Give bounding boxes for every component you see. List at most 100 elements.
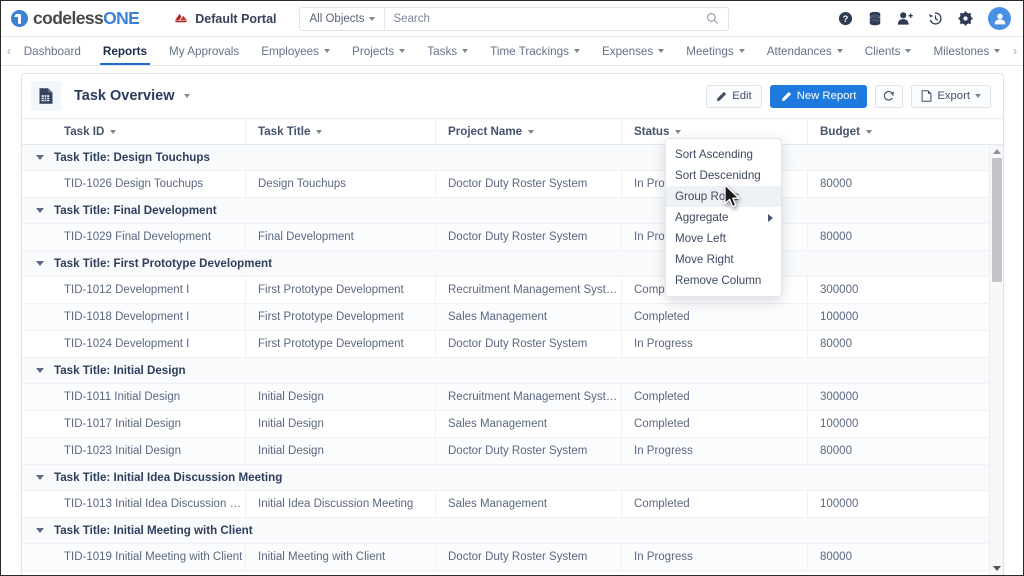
nav-scroll-right-icon[interactable]: › — [1011, 37, 1019, 65]
group-collapse-icon[interactable] — [36, 208, 44, 213]
cell-status: Completed — [622, 491, 808, 517]
column-context-menu[interactable]: Sort Ascending Sort Descenidng Group Rows A… — [665, 138, 782, 297]
nav-item-meetings[interactable]: Meetings — [675, 37, 755, 65]
group-collapse-icon[interactable] — [36, 475, 44, 480]
table-row[interactable]: TID-1013 Initial Idea Discussion Me... In… — [22, 491, 989, 518]
object-type-select[interactable]: All Objects — [300, 7, 386, 30]
table-row[interactable]: TID-1018 Development I First Prototype De… — [22, 304, 989, 331]
export-label: Export — [937, 90, 970, 102]
menu-item-sort-descenidng[interactable]: Sort Descenidng — [666, 165, 781, 186]
nav-item-tasks[interactable]: Tasks — [416, 37, 479, 65]
chevron-down-icon[interactable] — [528, 129, 535, 134]
row-indent — [22, 544, 52, 570]
menu-item-remove-column[interactable]: Remove Column — [666, 270, 781, 291]
chevron-down-icon[interactable] — [110, 129, 117, 134]
global-search[interactable]: All Objects — [298, 6, 729, 31]
chevron-down-icon — [975, 94, 981, 98]
table-row[interactable]: TID-1029 Final Development Final Developm… — [22, 224, 989, 251]
table-row[interactable]: TID-1011 Initial Design Initial Design Rec… — [22, 384, 989, 411]
group-header-row[interactable]: Task Title: Initial Idea Discussion Meet… — [22, 465, 989, 491]
group-collapse-icon[interactable] — [36, 368, 44, 373]
cell-budget: 80000 — [820, 338, 852, 350]
column-header-project-name[interactable]: Project Name — [436, 119, 622, 144]
cell-task-id: TID-1011 Initial Design — [52, 384, 246, 410]
column-header-budget[interactable]: Budget — [808, 119, 1003, 144]
new-report-button[interactable]: New Report — [769, 84, 868, 108]
table-row[interactable]: TID-1017 Initial Design Initial Design Sal… — [22, 411, 989, 438]
menu-item-move-left[interactable]: Move Left — [666, 228, 781, 249]
nav-item-my-approvals[interactable]: My Approvals — [158, 37, 250, 65]
scroll-down-icon[interactable] — [990, 562, 1003, 575]
table-row[interactable]: TID-1019 Initial Meeting with Client Init… — [22, 544, 989, 571]
nav-item-clients[interactable]: Clients — [854, 37, 923, 65]
group-header-row[interactable]: Task Title: Final Development — [22, 198, 989, 224]
group-collapse-icon[interactable] — [36, 261, 44, 266]
report-header: Task Overview Edit New Report Export — [22, 74, 1003, 119]
row-indent — [22, 304, 52, 330]
row-indent — [22, 171, 52, 197]
nav-item-employees[interactable]: Employees — [250, 37, 341, 65]
row-indent — [22, 384, 52, 410]
menu-item-sort-ascending[interactable]: Sort Ascending — [666, 144, 781, 165]
nav-label: Clients — [864, 44, 901, 58]
chevron-down-icon[interactable] — [675, 129, 682, 134]
group-header-row[interactable]: Task Title: Design Touchups — [22, 145, 989, 171]
cell-task-title: Initial Design — [246, 411, 436, 437]
menu-item-group-rows[interactable]: Group Rows — [666, 186, 781, 207]
portal-selector[interactable]: Default Portal — [173, 11, 277, 26]
report-card: Task Overview Edit New Report Export Tas… — [21, 73, 1004, 575]
nav-item-time-trackings[interactable]: Time Trackings — [479, 37, 591, 65]
row-indent — [22, 411, 52, 437]
scroll-up-icon[interactable] — [990, 145, 1003, 158]
nav-item-milestones[interactable]: Milestones — [922, 37, 1011, 65]
vertical-scrollbar[interactable] — [989, 145, 1003, 575]
menu-item-aggregate[interactable]: Aggregate — [666, 207, 781, 228]
chevron-down-icon — [324, 49, 331, 53]
nav-item-reports[interactable]: Reports — [92, 37, 158, 65]
cell-task-id: TID-1023 Initial Design — [52, 438, 246, 464]
app-logo[interactable]: codelessONE — [11, 8, 140, 29]
export-button[interactable]: Export — [911, 84, 991, 108]
scrollbar-thumb[interactable] — [992, 158, 1002, 282]
nav-item-attendances[interactable]: Attendances — [756, 37, 854, 65]
portal-name-label: Default Portal — [195, 11, 277, 26]
column-header-task-id[interactable]: Task ID — [52, 119, 246, 144]
group-header-row[interactable]: Task Title: Initial Design — [22, 358, 989, 384]
nav-item-projects[interactable]: Projects — [341, 37, 416, 65]
refresh-button[interactable] — [875, 84, 904, 108]
table-row[interactable]: TID-1012 Development I First Prototype De… — [22, 277, 989, 304]
logo-text-main: codeless — [33, 8, 104, 28]
search-icon[interactable] — [704, 12, 728, 25]
table-row[interactable]: TID-1023 Initial Design Initial Design Doc… — [22, 438, 989, 465]
search-input[interactable] — [385, 12, 704, 25]
avatar[interactable] — [988, 7, 1011, 30]
cell-budget: 300000 — [820, 391, 859, 403]
database-icon[interactable] — [868, 11, 882, 26]
table-row[interactable]: TID-1026 Design Touchups Design Touchups D… — [22, 171, 989, 198]
gear-icon[interactable] — [958, 11, 973, 26]
cell-task-title: First Prototype Development — [246, 304, 436, 330]
table-row[interactable]: TID-1024 Development I First Prototype De… — [22, 331, 989, 358]
nav-scroll-left-icon[interactable]: ‹ — [5, 37, 13, 65]
help-icon[interactable]: ? — [838, 11, 853, 26]
cell-status: Completed — [622, 304, 808, 330]
nav-item-dashboard[interactable]: Dashboard — [13, 37, 92, 65]
chevron-down-icon[interactable] — [316, 129, 323, 134]
chevron-down-icon — [738, 49, 745, 53]
add-user-icon[interactable] — [897, 11, 913, 26]
edit-button[interactable]: Edit — [706, 84, 762, 108]
cell-budget: 300000 — [820, 284, 859, 296]
group-header-row[interactable]: Task Title: First Prototype Development — [22, 251, 989, 277]
group-collapse-icon[interactable] — [36, 155, 44, 160]
cell-task-title: Initial Idea Discussion Meeting — [246, 491, 436, 517]
history-icon[interactable] — [928, 11, 943, 26]
column-header-task-title[interactable]: Task Title — [246, 119, 436, 144]
nav-item-expenses[interactable]: Expenses — [591, 37, 675, 65]
chevron-down-icon[interactable] — [865, 129, 872, 134]
menu-item-move-right[interactable]: Move Right — [666, 249, 781, 270]
group-header-row[interactable]: Task Title: Initial Meeting with Client — [22, 518, 989, 544]
menu-item-label: Aggregate — [675, 211, 729, 224]
title-chevron-down-icon[interactable] — [183, 94, 190, 98]
cell-task-id: TID-1024 Development I — [52, 331, 246, 357]
group-collapse-icon[interactable] — [36, 528, 44, 533]
